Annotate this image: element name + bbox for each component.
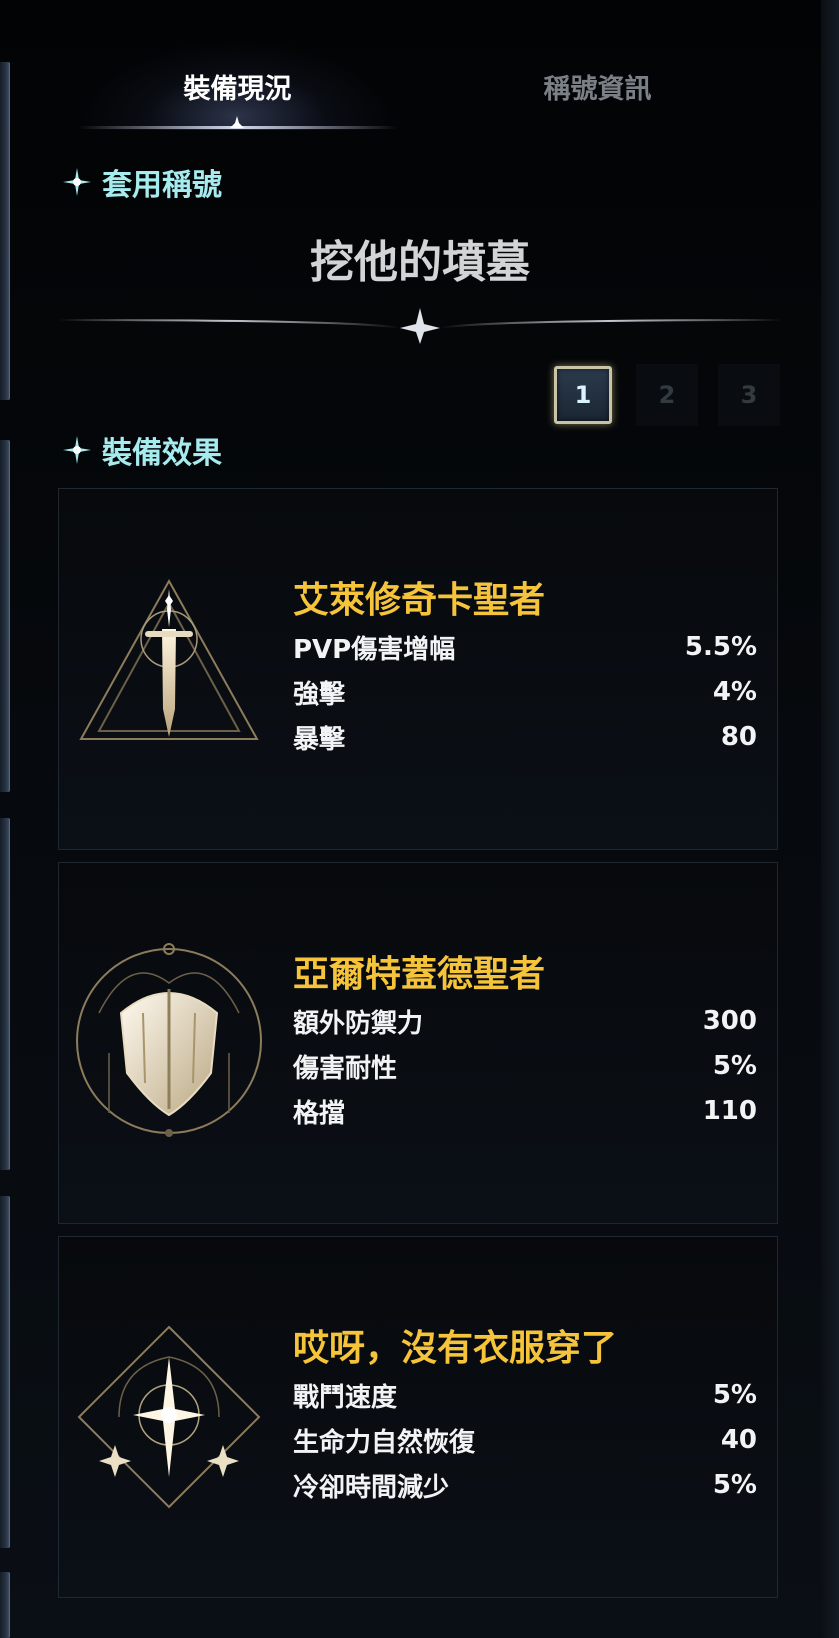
page-button-1[interactable]: 1 <box>554 366 612 424</box>
stat-name: 傷害耐性 <box>293 1053 398 1084</box>
applied-title-name: 挖他的墳墓 <box>310 237 530 288</box>
sword-triangle-icon <box>79 578 259 740</box>
left-frame-strip <box>0 1572 10 1638</box>
stat-row: 戰鬥速度 5% <box>293 1375 757 1415</box>
applied-title-header: 套用稱號 <box>60 162 222 203</box>
card-title: 艾萊修奇卡聖者 <box>293 580 546 621</box>
stat-row: PVP傷害增幅 5.5% <box>293 627 757 667</box>
page-selector: 1 2 3 <box>552 364 780 426</box>
divider-ornament-icon <box>58 308 782 344</box>
stat-value: 80 <box>720 722 757 752</box>
left-frame-strip <box>0 1196 10 1548</box>
stat-name: 冷卻時間減少 <box>293 1472 450 1503</box>
page-number: 1 <box>574 381 592 409</box>
stat-name: 格擋 <box>293 1098 346 1129</box>
left-frame-strip <box>0 62 10 400</box>
tab-label: 裝備現況 <box>183 73 292 105</box>
equipment-effects-header: 裝備效果 <box>60 430 222 471</box>
tab-title-info[interactable]: 稱號資訊 <box>430 62 765 110</box>
stat-name: PVP傷害增幅 <box>293 634 456 665</box>
page-button-2[interactable]: 2 <box>636 364 698 426</box>
page-number: 2 <box>658 381 676 409</box>
stat-name: 強擊 <box>293 679 346 710</box>
stat-row: 格擋 110 <box>293 1091 757 1131</box>
sparkle-icon <box>63 168 91 196</box>
left-frame-strip <box>0 440 10 792</box>
stat-value: 4% <box>712 677 757 707</box>
page-button-3[interactable]: 3 <box>718 364 780 426</box>
shield-circle-icon <box>76 943 262 1137</box>
right-frame-strip <box>821 0 839 1638</box>
stat-name: 生命力自然恢復 <box>293 1427 476 1458</box>
sparkle-icon <box>63 436 91 464</box>
active-tab-marker-icon <box>230 116 244 128</box>
stat-value: 5.5% <box>684 632 757 662</box>
stat-row: 生命力自然恢復 40 <box>293 1420 757 1460</box>
stat-row: 額外防禦力 300 <box>293 1001 757 1041</box>
stat-value: 300 <box>702 1006 757 1036</box>
stat-value: 5% <box>712 1470 757 1500</box>
stat-value: 5% <box>712 1380 757 1410</box>
stat-name: 暴擊 <box>293 724 346 755</box>
section-title: 套用稱號 <box>102 168 222 203</box>
star-diamond-icon <box>77 1325 261 1509</box>
title-panel: 裝備現況 稱號資訊 套用稱號 挖他的墳墓 1 2 3 裝備效果 艾萊修奇卡聖者 … <box>0 0 839 1638</box>
card-title: 亞爾特蓋德聖者 <box>293 954 546 995</box>
stat-name: 額外防禦力 <box>293 1008 424 1039</box>
stat-row: 冷卻時間減少 5% <box>293 1465 757 1505</box>
stat-value: 40 <box>720 1425 757 1455</box>
tab-equipment-status[interactable]: 裝備現況 <box>70 62 405 110</box>
stat-row: 暴擊 80 <box>293 717 757 757</box>
stat-value: 110 <box>702 1096 757 1126</box>
left-frame-strip <box>0 818 10 1170</box>
section-title: 裝備效果 <box>102 436 222 471</box>
page-number: 3 <box>740 381 758 409</box>
stat-name: 戰鬥速度 <box>293 1382 398 1413</box>
stat-value: 5% <box>712 1051 757 1081</box>
stat-row: 強擊 4% <box>293 672 757 712</box>
effect-card: 亞爾特蓋德聖者 額外防禦力 300 傷害耐性 5% 格擋 110 <box>58 862 778 1224</box>
stat-row: 傷害耐性 5% <box>293 1046 757 1086</box>
effect-card: 艾萊修奇卡聖者 PVP傷害增幅 5.5% 強擊 4% 暴擊 80 <box>58 488 778 850</box>
card-title: 哎呀，沒有衣服穿了 <box>293 1328 618 1369</box>
effect-card: 哎呀，沒有衣服穿了 戰鬥速度 5% 生命力自然恢復 40 冷卻時間減少 5% <box>58 1236 778 1598</box>
tab-label: 稱號資訊 <box>543 73 652 105</box>
